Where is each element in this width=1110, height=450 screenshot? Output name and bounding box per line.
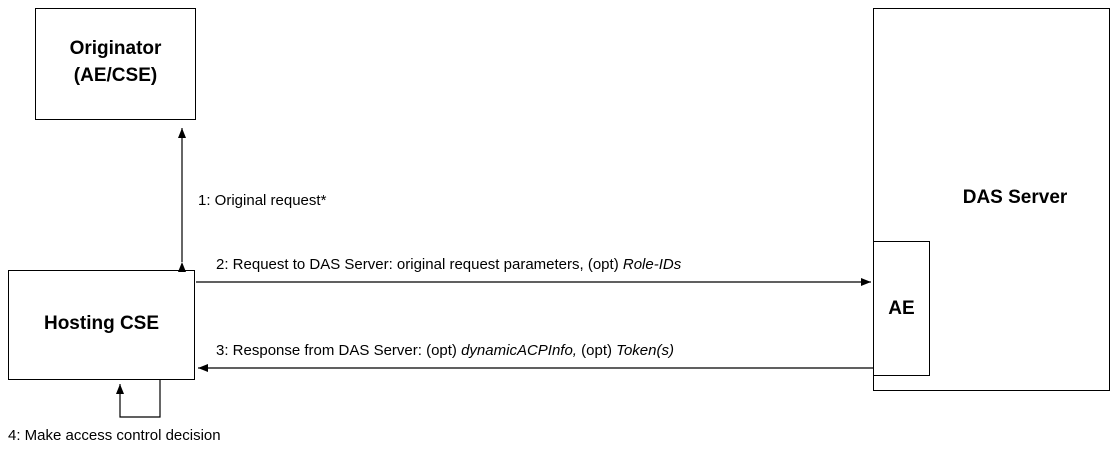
message-3-text: 3: Response from DAS Server: (opt) xyxy=(216,342,462,359)
message-2-role-ids: Role-IDs xyxy=(622,256,682,273)
message-1-label: 1: Original request* xyxy=(198,192,327,209)
message-4-label: 4: Make access control decision xyxy=(8,427,221,444)
message-2-text: 2: Request to DAS Server: original reque… xyxy=(216,256,623,273)
message-2-label: 2: Request to DAS Server: original reque… xyxy=(216,256,681,273)
arrow-self-loop xyxy=(116,380,161,418)
message-3-tokens: Token(s) xyxy=(616,342,674,359)
connector-lines xyxy=(116,128,873,418)
message-3-dynamic-acp-info: dynamicACPInfo, xyxy=(461,342,577,359)
message-3-text-middle: (opt) xyxy=(576,342,617,359)
message-3-label: 3: Response from DAS Server: (opt) dynam… xyxy=(216,342,674,359)
